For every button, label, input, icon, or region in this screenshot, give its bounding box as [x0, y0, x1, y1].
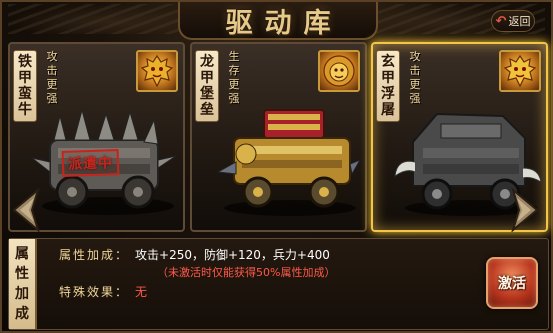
perk-char: 击: [409, 64, 421, 77]
previous-arrow-button[interactable]: [8, 188, 44, 232]
chevron-right-icon: [511, 188, 539, 232]
page-title: 驱动库: [225, 7, 343, 39]
perk-char: 存: [228, 64, 240, 77]
golden-fortress-cart-illustration: [216, 109, 362, 216]
attribute-note: （未激活时仅能获得50%属性加成）: [157, 266, 336, 279]
attribute-bonus-row: 属性加成： 攻击+250，防御+120，兵力+400: [59, 246, 330, 263]
attribute-panel: 属 性 加 成 属性加成： 攻击+250，防御+120，兵力+400 （未激活时仅…: [8, 238, 549, 330]
title-plaque: 驱动库: [178, 2, 378, 40]
tiger-head-emblem-icon: [499, 50, 541, 92]
name-char: 蛮: [18, 86, 32, 102]
special-effect-value: 无: [135, 285, 148, 299]
name-char: 铁: [18, 54, 32, 70]
vehicle-perk: 攻 击 更 强: [44, 50, 60, 106]
tab-char: 加: [15, 286, 29, 302]
attribute-bonus-value: 攻击+250，防御+120，兵力+400: [135, 248, 330, 262]
dispatched-stamp: 派遣中: [61, 149, 120, 177]
special-effect-row: 特殊效果： 无: [59, 283, 147, 300]
vehicle-perk: 攻 击 更 强: [407, 50, 423, 106]
perk-char: 更: [228, 78, 240, 91]
attribute-tab[interactable]: 属 性 加 成: [9, 239, 37, 329]
chevron-left-icon: [12, 188, 40, 232]
lion-head-emblem-icon: [318, 50, 360, 92]
attribute-note-row: （未激活时仅能获得50%属性加成）: [157, 264, 335, 280]
tab-char: 性: [15, 266, 29, 282]
next-arrow-button[interactable]: [507, 188, 543, 232]
special-effect-label: 特殊效果：: [59, 285, 130, 299]
perk-char: 击: [46, 64, 58, 77]
name-char: 甲: [200, 70, 214, 86]
back-label: 返回: [508, 15, 531, 28]
name-char: 甲: [381, 70, 395, 86]
attribute-bonus-label: 属性加成：: [59, 248, 130, 262]
perk-char: 攻: [409, 50, 421, 63]
tab-char: 属: [15, 246, 29, 262]
vehicle-cards: 铁 甲 蛮 牛 攻 击 更 强 派遣中 龙 甲 堡 垒 生 存 更 强 玄 甲 …: [8, 42, 549, 234]
name-char: 堡: [200, 86, 214, 102]
name-char: 玄: [381, 54, 395, 70]
game-window: 驱动库 ↶ 返回 铁 甲 蛮 牛 攻 击 更 强 派遣中 龙 甲 堡 垒 生 存…: [0, 0, 553, 333]
vehicle-card-2[interactable]: 龙 甲 堡 垒 生 存 更 强: [190, 42, 367, 232]
perk-char: 更: [46, 78, 58, 91]
back-button[interactable]: ↶ 返回: [491, 10, 535, 32]
name-char: 浮: [381, 86, 395, 102]
vehicle-perk: 生 存 更 强: [226, 50, 242, 106]
perk-char: 生: [228, 50, 240, 63]
name-char: 龙: [200, 54, 214, 70]
tiger-head-emblem-icon: [136, 50, 178, 92]
activate-button[interactable]: 激活: [486, 257, 538, 309]
name-char: 甲: [18, 70, 32, 86]
back-arrow-icon: ↶: [495, 13, 507, 29]
perk-char: 攻: [46, 50, 58, 63]
activate-label: 激活: [498, 276, 526, 292]
tab-char: 成: [15, 306, 29, 322]
perk-char: 更: [409, 78, 421, 91]
